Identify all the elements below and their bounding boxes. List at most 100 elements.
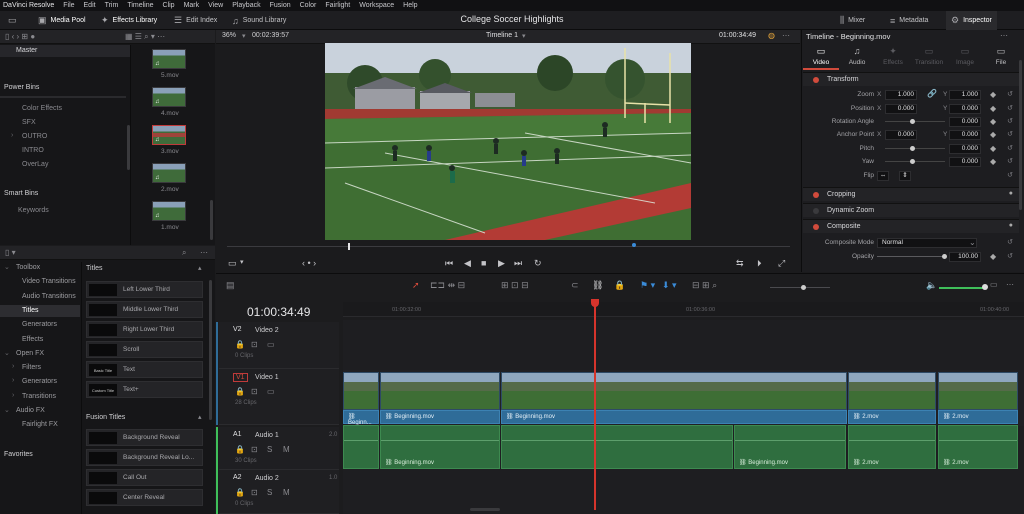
audio-clip[interactable]: ⛓ 2.mov — [848, 425, 936, 469]
position-x-field[interactable]: 0.000 — [885, 104, 917, 114]
auto-select-icon[interactable]: ⊡ — [251, 488, 258, 497]
match-frame-icon[interactable]: ⇆ — [736, 258, 744, 269]
cropping-section[interactable]: Cropping ● — [803, 187, 1019, 201]
clip-thumbnail[interactable]: ♫ — [152, 125, 186, 145]
slider-handle[interactable] — [942, 254, 947, 259]
inspector-button[interactable]: ⚙ Inspector — [946, 11, 997, 30]
menu-view[interactable]: View — [208, 2, 223, 9]
menu-davinci-resolve[interactable]: DaVinci Resolve — [3, 2, 54, 9]
zoom-y-field[interactable]: 1.000 — [949, 90, 981, 100]
effects-tree-item[interactable]: ⌄ Open FX — [0, 348, 80, 360]
video-clip-thumbnails[interactable] — [380, 372, 500, 410]
viewer-mode-icon[interactable]: ▭ — [228, 258, 237, 269]
video-clip[interactable]: ⛓ Beginn... — [343, 410, 379, 426]
reset-icon[interactable]: ↺ — [1007, 117, 1013, 125]
video-clip[interactable]: ⛓ Beginning.mov — [501, 410, 847, 424]
keyframe-icon[interactable]: ◆ — [990, 117, 996, 126]
track-id[interactable]: V1 — [233, 373, 248, 382]
anchor-y-field[interactable]: 0.000 — [949, 130, 981, 140]
loop-icon[interactable]: ↻ — [534, 258, 542, 269]
anchor-x-field[interactable]: 0.000 — [885, 130, 917, 140]
reset-icon[interactable]: ↺ — [1007, 90, 1013, 98]
zoom-x-field[interactable]: 1.000 — [885, 90, 917, 100]
smart-bins-header[interactable]: Smart Bins — [0, 188, 130, 200]
media-pool-button[interactable]: ▣ Media Pool — [38, 11, 86, 30]
lock-icon[interactable]: 🔒 — [614, 280, 625, 291]
auto-select-icon[interactable]: ⊡ — [251, 340, 258, 349]
track-id[interactable]: V2 — [233, 326, 242, 333]
slider-handle[interactable] — [910, 159, 915, 164]
solo-icon[interactable]: S — [267, 488, 272, 497]
tab-effects[interactable]: ✦ Effects — [875, 44, 911, 70]
enable-toggle[interactable] — [813, 224, 819, 230]
effects-tree-item[interactable]: › Transitions — [0, 391, 80, 403]
favorites-header[interactable]: Favorites — [0, 449, 80, 461]
viewer-scrubber[interactable] — [227, 246, 790, 247]
position-y-field[interactable]: 0.000 — [949, 104, 981, 114]
play-reverse-icon[interactable]: ◀ — [464, 258, 471, 269]
clip-thumbnail[interactable]: ♫ — [152, 49, 186, 69]
menu-help[interactable]: Help — [403, 2, 417, 9]
slider-handle[interactable] — [910, 119, 915, 124]
effects-scrollbar[interactable] — [209, 280, 212, 420]
reset-icon[interactable]: ↺ — [1007, 130, 1013, 138]
rotation-field[interactable]: 0.000 — [949, 117, 981, 127]
effects-library-button[interactable]: ✦ Effects Library — [101, 11, 157, 30]
video-clip-thumbnails[interactable] — [848, 372, 936, 410]
title-preset[interactable]: Scroll — [86, 341, 203, 358]
edit-index-button[interactable]: ☰ Edit Index — [174, 11, 217, 30]
opacity-slider[interactable] — [877, 256, 945, 257]
reset-icon[interactable]: ↺ — [1007, 157, 1013, 165]
keyframe-icon[interactable]: ◆ — [990, 90, 996, 99]
auto-select-icon[interactable]: ⊡ — [251, 445, 258, 454]
play-icon[interactable]: ▶ — [498, 258, 505, 269]
collapse-icon[interactable]: ▴ — [198, 413, 202, 421]
chevron-down-icon[interactable]: ▾ — [240, 258, 244, 266]
next-edit-icon[interactable]: ⏵ — [757, 258, 762, 269]
composite-section[interactable]: Composite ● — [803, 219, 1019, 233]
video-clip[interactable]: ⛓ 2.mov — [848, 410, 936, 424]
enable-toggle[interactable] — [813, 208, 819, 214]
monitor-icon[interactable]: ▭ — [267, 387, 275, 396]
lock-icon[interactable]: 🔒 — [235, 387, 245, 396]
panel-toggle-icon[interactable]: ▯ ▾ — [5, 248, 16, 257]
reset-icon[interactable]: ↺ — [1007, 144, 1013, 152]
mute-icon[interactable]: M — [283, 488, 290, 497]
slider-handle[interactable] — [982, 284, 988, 290]
keyframe-icon[interactable]: ◆ — [990, 144, 996, 153]
effects-tree-item[interactable]: Audio Transitions — [0, 291, 80, 303]
menu-workspace[interactable]: Workspace — [359, 2, 394, 9]
solo-icon[interactable]: S — [267, 445, 272, 454]
fusion-title-preset[interactable]: Background Reveal Lo... — [86, 449, 203, 466]
view-icon[interactable]: ▯ ‹ › ⊞ ● — [5, 32, 35, 41]
playhead[interactable] — [594, 302, 596, 510]
link-icon[interactable]: 🔗 — [927, 89, 937, 98]
title-preset[interactable]: Basic Title Text — [86, 361, 203, 378]
list-view-icon[interactable]: ▦ ☰ ⌕ ▾ ⋯ — [125, 32, 165, 42]
video-clip-thumbnails[interactable] — [938, 372, 1018, 410]
audio-meter-icon[interactable]: ▭ — [990, 280, 998, 289]
volume-slider[interactable] — [939, 287, 984, 289]
title-preset[interactable]: Right Lower Third — [86, 321, 203, 338]
keyframe-icon[interactable]: ● — [1009, 222, 1013, 229]
flag-icon[interactable]: ⚑ ▾ — [640, 280, 655, 291]
stop-icon[interactable]: ■ — [481, 258, 486, 268]
smart-bin-item[interactable]: Keywords — [0, 205, 130, 217]
slider-handle[interactable] — [910, 146, 915, 151]
prev-frame-icon[interactable]: ‹ • › — [302, 258, 316, 268]
lock-icon[interactable]: 🔒 — [235, 488, 245, 497]
transform-section[interactable]: Transform — [803, 72, 1019, 86]
mute-icon[interactable]: M — [283, 445, 290, 454]
tab-image[interactable]: ▭ Image — [947, 44, 983, 70]
clip-thumbnail[interactable]: ♫ — [152, 201, 186, 221]
yaw-field[interactable]: 0.000 — [949, 157, 981, 167]
effects-tree-item[interactable]: ⌄ Audio FX — [0, 405, 80, 417]
collapse-icon[interactable]: ▴ — [198, 264, 202, 272]
bins-scrollbar[interactable] — [127, 125, 130, 170]
effects-tree-item[interactable]: ⌄ Toolbox — [0, 262, 80, 274]
trim-tool-icon[interactable]: ⊏⊐ ⇹ ⊟ — [430, 280, 465, 291]
video-clip-thumbnails[interactable] — [343, 372, 379, 410]
menu-file[interactable]: File — [63, 2, 74, 9]
title-preset[interactable]: Custom Title Text+ — [86, 381, 203, 398]
bin-master[interactable]: Master — [0, 45, 130, 57]
